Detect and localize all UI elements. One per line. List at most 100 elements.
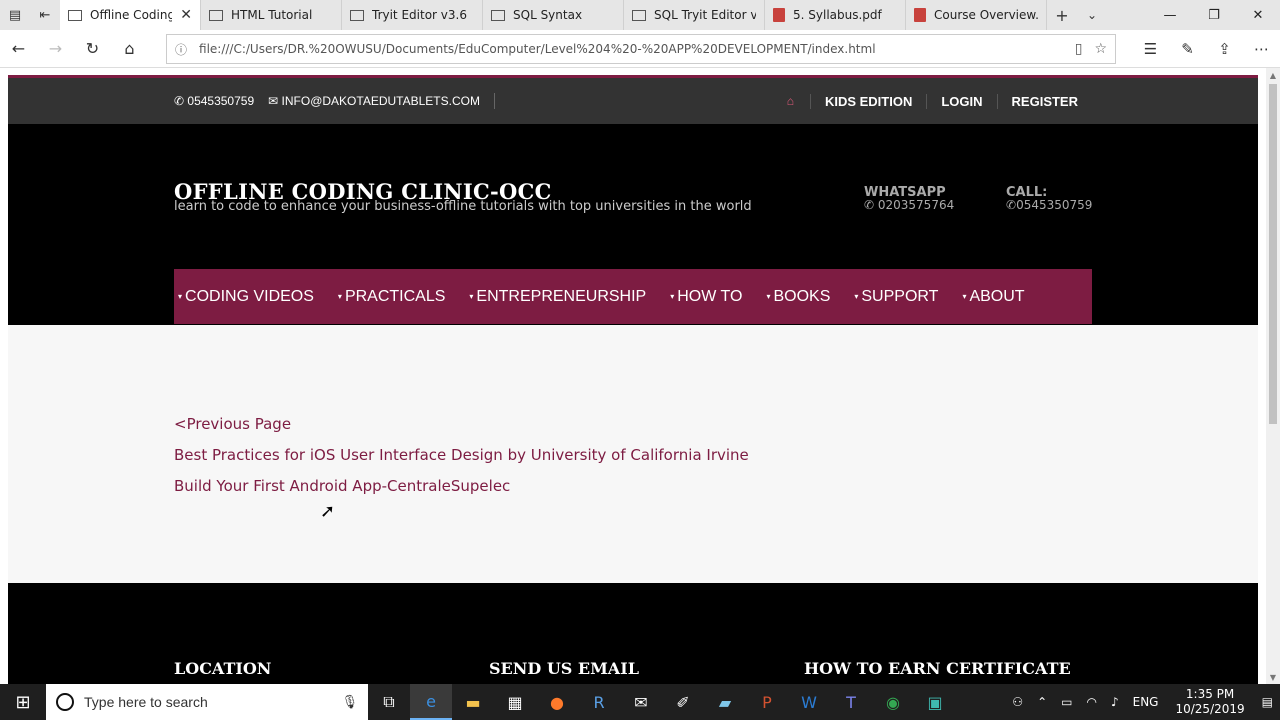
previous-page-link[interactable]: <Previous Page	[174, 415, 291, 433]
page-icon	[209, 9, 223, 21]
caret-down-icon: ▾	[766, 292, 771, 301]
volume-icon[interactable]: ♪	[1104, 695, 1126, 709]
wifi-icon[interactable]: ◠	[1079, 695, 1103, 709]
tab-sql-tryit[interactable]: SQL Tryit Editor v1.	[624, 0, 765, 30]
tab-actions-icon[interactable]: ▤	[0, 0, 30, 30]
page-icon	[632, 9, 646, 21]
powerpoint-icon[interactable]: P	[746, 684, 788, 720]
menu-label: PRACTICALS	[344, 287, 446, 305]
tab-sql-syntax[interactable]: SQL Syntax	[483, 0, 624, 30]
mail-icon[interactable]: ✉	[620, 684, 662, 720]
r-app-icon[interactable]: R	[578, 684, 620, 720]
menu-how-to[interactable]: ▾ HOW TO	[670, 288, 742, 306]
tab-title: Offline Coding	[90, 8, 173, 22]
pen-icon[interactable]: ✎	[1169, 30, 1206, 68]
notifications-icon[interactable]: ▤	[1255, 695, 1280, 709]
site-footer: LOCATION SEND US EMAIL HOW TO EARN CERTI…	[8, 583, 1258, 684]
reading-view-icon[interactable]: ▯	[1075, 41, 1083, 57]
ios-ui-design-link[interactable]: Best Practices for iOS User Interface De…	[174, 446, 749, 464]
toolbar-right: ☰ ✎ ⇪ ⋯	[1132, 30, 1280, 68]
restore-icon[interactable]: ❐	[1192, 0, 1236, 30]
word-icon[interactable]: W	[788, 684, 830, 720]
page-icon	[350, 9, 364, 21]
back-icon[interactable]: ←	[0, 39, 37, 58]
call-number: 0545350759	[1016, 198, 1093, 212]
edge-browser-icon[interactable]: e	[410, 684, 452, 720]
tab-course-overview[interactable]: Course Overview.p	[906, 0, 1047, 30]
screen-recorder-icon[interactable]: ▣	[914, 684, 956, 720]
close-tab-icon[interactable]: ✕	[180, 7, 192, 23]
tab-html-tutorial[interactable]: HTML Tutorial	[201, 0, 342, 30]
email-contact[interactable]: ✉ INFO@DAKOTAEDUTABLETS.COM	[268, 94, 480, 108]
menu-entrepreneurship[interactable]: ▾ ENTREPRENEURSHIP	[469, 288, 646, 306]
chevron-down-icon[interactable]: ⌄	[1077, 0, 1107, 30]
home-icon[interactable]: ⌂	[787, 94, 810, 108]
favorite-star-icon[interactable]: ☆	[1094, 41, 1107, 57]
clock-time: 1:35 PM	[1185, 687, 1235, 701]
tab-offline-coding[interactable]: Offline Coding ✕	[60, 0, 201, 30]
windows-start-icon[interactable]: ⊞	[0, 692, 46, 713]
phone-contact[interactable]: ✆ 0545350759	[174, 94, 254, 108]
more-icon[interactable]: ⋯	[1243, 30, 1280, 68]
menu-books[interactable]: ▾ BOOKS	[766, 288, 830, 306]
android-app-link[interactable]: Build Your First Android App-CentraleSup…	[174, 477, 510, 495]
microphone-icon[interactable]: 🎙	[341, 694, 358, 710]
clock[interactable]: 1:35 PM 10/25/2019	[1165, 687, 1254, 717]
tab-syllabus-pdf[interactable]: 5. Syllabus.pdf	[765, 0, 906, 30]
new-tab-icon[interactable]: +	[1047, 0, 1077, 30]
kids-edition-link[interactable]: KIDS EDITION	[809, 93, 926, 109]
menu-coding-videos[interactable]: ▾ CODING VIDEOS	[178, 288, 314, 306]
window-controls: — ❐ ✕	[1148, 0, 1280, 30]
pdf-icon	[773, 8, 785, 22]
set-aside-tabs-icon[interactable]: ⇤	[30, 0, 60, 30]
refresh-icon[interactable]: ↻	[74, 39, 111, 58]
content-area: <Previous Page Best Practices for iOS Us…	[8, 325, 1258, 583]
main-menu: ▾ CODING VIDEOS ▾ PRACTICALS ▾ ENTREPRENEUR…	[174, 269, 1092, 324]
email-text: INFO@DAKOTAEDUTABLETS.COM	[281, 94, 480, 108]
cortana-icon	[56, 693, 74, 711]
phone-text: 0545350759	[187, 94, 255, 108]
close-window-icon[interactable]: ✕	[1236, 0, 1280, 30]
page-scrollbar[interactable]: ▲ ▼	[1266, 68, 1280, 684]
menu-label: ENTREPRENEURSHIP	[476, 287, 647, 305]
minimize-icon[interactable]: —	[1148, 0, 1192, 30]
url-field[interactable]: ⓘ file:///C:/Users/DR.%20OWUSU/Documents…	[166, 34, 1116, 64]
firefox-icon[interactable]: ●	[536, 684, 578, 720]
chevron-up-icon[interactable]: ⌃	[1030, 695, 1054, 709]
tab-tryit-editor[interactable]: Tryit Editor v3.6	[342, 0, 483, 30]
register-link[interactable]: REGISTER	[996, 93, 1092, 109]
language-indicator[interactable]: ENG	[1126, 695, 1166, 709]
utility-contacts: ✆ 0545350759 ✉ INFO@DAKOTAEDUTABLETS.COM	[174, 78, 495, 124]
file-explorer-icon[interactable]: ▬	[452, 684, 494, 720]
menu-practicals[interactable]: ▾ PRACTICALS	[338, 288, 445, 306]
task-view-icon[interactable]: ⧉	[368, 684, 410, 720]
teams-icon[interactable]: T	[830, 684, 872, 720]
scroll-down-icon[interactable]: ▼	[1266, 670, 1280, 684]
home-icon[interactable]: ⌂	[111, 39, 148, 58]
battery-icon[interactable]: ▭	[1054, 695, 1079, 709]
windows-taskbar: ⊞ Type here to search 🎙 ⧉ e ▬ ▦ ● R ✉ ✐ …	[0, 684, 1280, 720]
scroll-up-icon[interactable]: ▲	[1266, 68, 1280, 82]
taskbar-search[interactable]: Type here to search 🎙	[46, 684, 368, 720]
scroll-thumb[interactable]	[1269, 84, 1277, 424]
utility-bar: ✆ 0545350759 ✉ INFO@DAKOTAEDUTABLETS.COM…	[8, 78, 1258, 124]
store-icon[interactable]: ▦	[494, 684, 536, 720]
web-page: ✆ 0545350759 ✉ INFO@DAKOTAEDUTABLETS.COM…	[8, 75, 1258, 684]
page-icon	[68, 9, 82, 21]
menu-label: SUPPORT	[861, 287, 939, 305]
menu-about[interactable]: ▾ ABOUT	[962, 288, 1024, 306]
share-icon[interactable]: ⇪	[1206, 30, 1243, 68]
login-link[interactable]: LOGIN	[926, 93, 996, 109]
favorites-icon[interactable]: ☰	[1132, 30, 1169, 68]
info-icon[interactable]: ⓘ	[175, 41, 187, 58]
forward-icon[interactable]: →	[37, 39, 74, 58]
browser-tab-bar: ▤ ⇤ Offline Coding ✕ HTML Tutorial Tryit…	[0, 0, 1280, 30]
drawing-app-icon[interactable]: ✐	[662, 684, 704, 720]
menu-support[interactable]: ▾ SUPPORT	[854, 288, 938, 306]
notes-app-icon[interactable]: ▰	[704, 684, 746, 720]
people-icon[interactable]: ⚇	[1005, 695, 1030, 709]
address-toolbar: ← → ↻ ⌂ ⓘ file:///C:/Users/DR.%20OWUSU/D…	[0, 30, 1280, 68]
caret-down-icon: ▾	[337, 292, 342, 301]
page-icon	[491, 9, 505, 21]
chrome-icon[interactable]: ◉	[872, 684, 914, 720]
